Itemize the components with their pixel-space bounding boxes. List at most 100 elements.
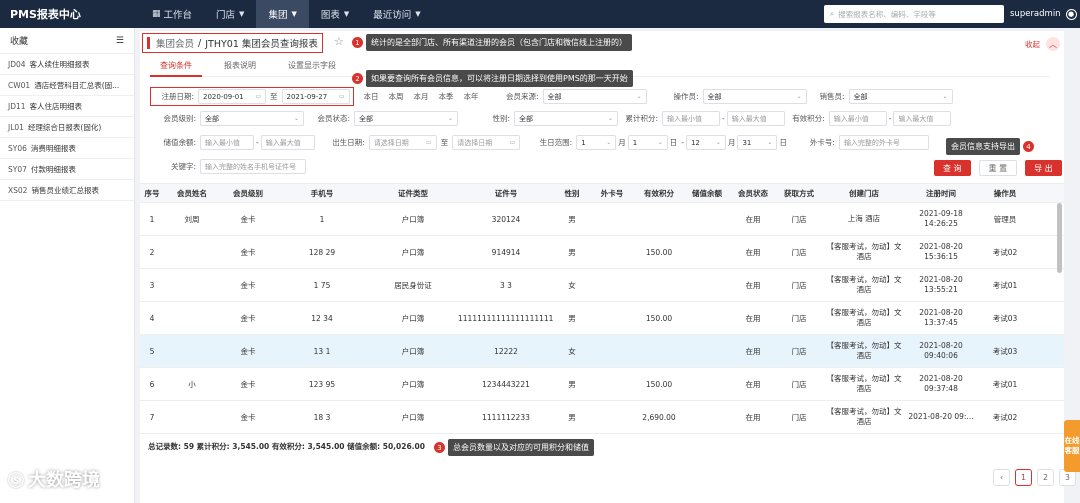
collapse-toggle[interactable]: 收起 ︿ — [1025, 37, 1060, 51]
cell-idno: 3 3 — [500, 280, 512, 290]
birth-date-from-input[interactable]: 请选择日期 ▭ — [368, 135, 437, 150]
sidebar-item[interactable]: SY07 付款明细报表 — [0, 159, 134, 180]
chevron-down-icon: ⌄ — [942, 93, 948, 100]
table-row[interactable]: 1 刘周 金卡 1 户口簿 320124 男 在用 门店 上海 酒店 2021-09-18 14:2… — [140, 203, 1064, 236]
reg-date-to-input[interactable]: 2021-09-27 ▭ — [281, 89, 350, 104]
favorite-star-icon[interactable]: ☆ — [334, 35, 344, 48]
app-brand[interactable]: PMS报表中心 — [0, 6, 140, 22]
page-button-2[interactable]: 2 — [1037, 469, 1054, 486]
source-label: 会员来源: — [505, 92, 539, 101]
table-scrollbar[interactable] — [1057, 203, 1062, 273]
column-header[interactable]: 操作员 — [976, 188, 1034, 199]
sidebar-item[interactable]: JD04 客人续住明细报表 — [0, 54, 134, 75]
cell-time: 2021-08-20 15:36:15 — [919, 242, 963, 261]
sidebar-item[interactable]: JL01 经理综合日报表(固化) — [0, 117, 134, 138]
column-header[interactable]: 注册时间 — [906, 188, 976, 199]
global-search-input[interactable]: ⌕ 搜索报表名称、编码、字段等 — [824, 5, 1004, 23]
nav-charts[interactable]: 图表 ▼ — [309, 0, 361, 28]
report-panel: 集团会员 / JTHY01 集团会员查询报表 ☆ 1 统计的是全部门店、所有渠道注… — [140, 31, 1076, 503]
birth-date-to-input[interactable]: 请选择日期 ▭ — [452, 135, 521, 150]
online-service-button[interactable]: 在线客服 — [1064, 420, 1080, 472]
column-header[interactable]: 有效积分 — [634, 188, 684, 199]
table-row[interactable]: 7 金卡 18 3 户口簿 1111112233 男 2,690.00 在用 门店 【客服考试，勿… — [140, 401, 1064, 434]
table-row[interactable]: 4 金卡 12 34 户口簿 11111111111111111111111 男 150.0… — [140, 302, 1064, 335]
sidebar-item[interactable]: JD11 客人住店明细表 — [0, 96, 134, 117]
column-header[interactable]: 会员级别 — [220, 188, 276, 199]
source-select[interactable]: 全部 ⌄ — [542, 89, 647, 104]
reg-date-from-input[interactable]: 2020-09-01 ▭ — [198, 89, 266, 104]
quick-today[interactable]: 本日 — [364, 91, 379, 102]
sidebar-item[interactable]: CW01 酒店经营科目汇总表(固... — [0, 75, 134, 96]
user-menu[interactable]: superadmin●▼ — [1010, 0, 1080, 28]
calendar-icon: ▭ — [255, 93, 261, 100]
sidebar-item[interactable]: XS02 销售员业绩汇总报表 — [0, 180, 134, 201]
quick-quarter[interactable]: 本季 — [439, 91, 454, 102]
nav-group[interactable]: 集团 ▼ — [256, 0, 309, 28]
cell-time: 2021-09-18 14:26:25 — [919, 209, 963, 228]
birth-month-from-select[interactable]: 1 ⌄ — [576, 135, 617, 150]
quick-week[interactable]: 本周 — [389, 91, 404, 102]
nav-store[interactable]: 门店 ▼ — [204, 0, 256, 28]
column-header[interactable]: 证件号 — [458, 188, 554, 199]
status-select[interactable]: 全部 ⌄ — [354, 111, 458, 126]
nav-label: 集团 — [268, 10, 288, 21]
stored-max-input[interactable]: 输入最大值 — [260, 135, 315, 150]
gender-select[interactable]: 全部 ⌄ — [514, 111, 618, 126]
cell-time: 2021-08-20 13:55:21 — [919, 275, 963, 294]
column-header[interactable]: 会员状态 — [730, 188, 776, 199]
total-points-max-input[interactable]: 输入最大值 — [726, 111, 785, 126]
operator-label: 操作员: — [673, 92, 699, 101]
total-points-min-input[interactable]: 输入最小值 — [662, 111, 720, 126]
operator-select[interactable]: 全部 ⌄ — [702, 89, 807, 104]
report-name: 客人住店明细表 — [29, 101, 83, 111]
table-row[interactable]: 5 金卡 13 1 户口簿 12222 女 在用 门店 【客服考试，勿动】文 酒店 2021-08… — [140, 335, 1064, 368]
calendar-icon: ▭ — [509, 139, 516, 146]
quick-month[interactable]: 本月 — [414, 91, 429, 102]
card-input[interactable]: 输入完整的外卡号 — [838, 135, 929, 150]
tab-query[interactable]: 查询条件 — [150, 59, 202, 77]
query-button[interactable]: 查 询 — [934, 160, 971, 176]
tab-display-fields[interactable]: 设置显示字段 — [278, 59, 346, 77]
placeholder: 输入最大值 — [898, 114, 934, 123]
page-title: JTHY01 集团会员查询报表 — [205, 39, 318, 50]
breadcrumb-group[interactable]: 集团会员 — [156, 36, 194, 50]
birth-day-to-select[interactable]: 31 ⌄ — [737, 135, 778, 150]
select-value: 全部 — [359, 114, 373, 123]
page-button-1[interactable]: 1 — [1015, 469, 1032, 486]
quick-year[interactable]: 本年 — [464, 91, 479, 102]
tab-description[interactable]: 报表说明 — [214, 59, 266, 77]
birth-month-to-select[interactable]: 12 ⌄ — [685, 135, 726, 150]
cell-idtype: 户口簿 — [401, 412, 425, 422]
column-header[interactable]: 储值余额 — [684, 188, 730, 199]
column-header[interactable]: 会员姓名 — [164, 188, 220, 199]
sales-select[interactable]: 全部 ⌄ — [848, 89, 953, 104]
valid-points-max-input[interactable]: 输入最大值 — [893, 111, 952, 126]
column-header[interactable]: 获取方式 — [776, 188, 822, 199]
stored-min-input[interactable]: 输入最小值 — [200, 135, 254, 150]
column-header[interactable]: 手机号 — [276, 188, 368, 199]
table-row[interactable]: 2 金卡 128 29 户口簿 914914 男 150.00 在用 门店 【客服考试，勿动】文 … — [140, 236, 1064, 269]
keyword-input[interactable]: 输入完整的姓名手机号证件号 — [200, 159, 306, 174]
column-header[interactable]: 证件类型 — [368, 188, 458, 199]
table-header: 序号 会员姓名 会员级别 手机号 证件类型 证件号 性别 外卡号 有效积分 储值余额 会员状态 获取方… — [140, 183, 1064, 203]
table-row[interactable]: 3 金卡 1 75 居民身份证 3 3 女 在用 门店 【客服考试，勿动】文 酒店 2021-08… — [140, 269, 1064, 302]
nav-workbench[interactable]: ▦ 工作台 — [140, 0, 204, 28]
prev-page-button[interactable]: ‹ — [993, 469, 1010, 486]
column-header[interactable]: 创建门店 — [822, 188, 906, 199]
table-row[interactable]: 6 小 金卡 123 95 户口簿 1234443221 男 150.00 在用 门店 【客服考试，… — [140, 368, 1064, 401]
export-button[interactable]: 导 出 — [1025, 160, 1062, 176]
annotation-2: 2 如果要查询所有会员信息，可以将注册日期选择到使用PMS的那一天开始 — [352, 70, 633, 87]
column-header[interactable]: 外卡号 — [590, 188, 634, 199]
level-select[interactable]: 全部 ⌄ — [200, 111, 304, 126]
birth-day-from-select[interactable]: 1 ⌄ — [627, 135, 668, 150]
reset-button[interactable]: 重 置 — [978, 160, 1018, 176]
column-header[interactable]: 性别 — [554, 188, 590, 199]
menu-toggle-icon[interactable]: ☰ — [116, 36, 124, 46]
filter-row-2: 会员级别: 全部 ⌄ 会员状态: 全部 ⌄ 性别: 全部 ⌄ 累计积分: 输入最小值 … — [150, 111, 952, 126]
valid-points-min-input[interactable]: 输入最小值 — [828, 111, 887, 126]
report-name: 付款明细报表 — [30, 164, 76, 174]
nav-recent[interactable]: 最近访问 ▼ — [361, 0, 432, 28]
column-header[interactable]: 序号 — [140, 188, 164, 199]
sidebar-item[interactable]: SY06 消费明细报表 — [0, 138, 134, 159]
cell-no: 5 — [149, 346, 155, 356]
